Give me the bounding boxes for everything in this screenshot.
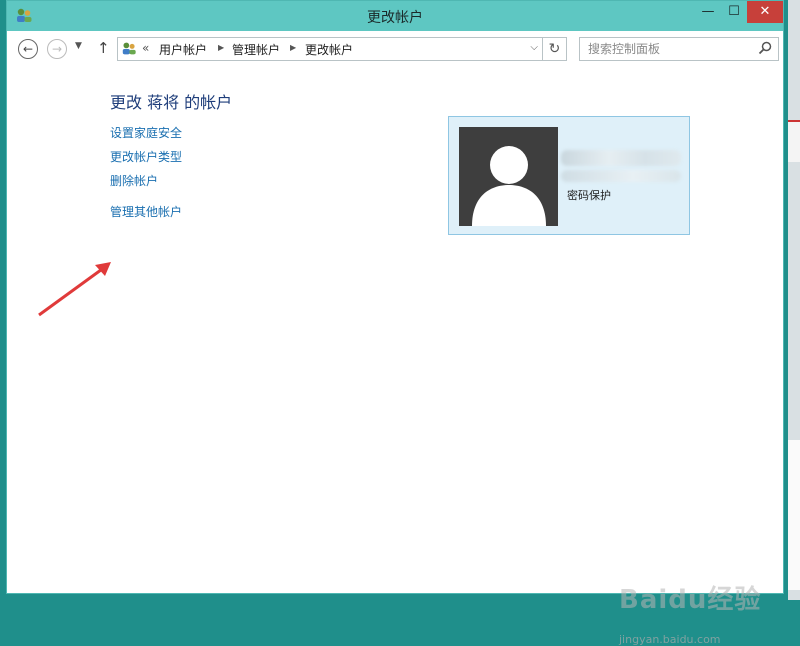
maximize-button[interactable]: ☐ <box>721 1 747 23</box>
search-input[interactable] <box>588 41 748 57</box>
refresh-button[interactable]: ↻ <box>543 37 567 61</box>
back-button[interactable]: ← <box>18 39 38 59</box>
breadcrumb-overflow-button[interactable]: « <box>142 41 149 55</box>
search-box[interactable] <box>579 37 779 61</box>
page-title: 更改 蒋将 的帐户 <box>110 93 233 112</box>
minimize-button[interactable]: — <box>695 1 721 23</box>
title-bar[interactable]: 更改帐户 — ☐ ✕ <box>7 1 783 31</box>
address-dropdown-button[interactable]: ⌵ <box>530 42 538 53</box>
change-account-type-link[interactable]: 更改帐户类型 <box>110 148 182 165</box>
search-icon[interactable] <box>758 41 772 55</box>
change-account-window: 更改帐户 — ☐ ✕ ← → ▼ ↑ « 用户帐户 ▶ 管理帐户 ▶ 更改帐户 … <box>6 0 784 646</box>
background-window-edge <box>788 120 800 162</box>
baidu-watermark: Baidu经验 <box>619 585 762 615</box>
manage-another-account-link[interactable]: 管理其他帐户 <box>110 203 182 220</box>
red-arrow-icon <box>38 262 111 317</box>
baidu-watermark-url: jingyan.baidu.com <box>619 633 721 646</box>
breadcrumb-separator[interactable]: ▶ <box>218 43 224 52</box>
background-window-edge-lower <box>788 440 800 590</box>
delete-account-link[interactable]: 删除帐户 <box>110 172 158 189</box>
window-title: 更改帐户 <box>367 10 423 26</box>
set-up-family-safety-link[interactable]: 设置家庭安全 <box>110 124 182 141</box>
user-accounts-icon <box>122 42 136 55</box>
account-status: 密码保护 <box>567 189 611 202</box>
desktop-background-right <box>788 0 800 600</box>
breadcrumb-change-account[interactable]: 更改帐户 <box>305 41 353 58</box>
breadcrumb-user-accounts[interactable]: 用户帐户 <box>159 41 207 58</box>
breadcrumb-separator[interactable]: ▶ <box>290 43 296 52</box>
forward-button[interactable]: → <box>47 39 67 59</box>
navigation-bar: ← → ▼ ↑ « 用户帐户 ▶ 管理帐户 ▶ 更改帐户 ⌵ ↻ <box>7 31 783 67</box>
account-card: 密码保护 <box>448 116 690 235</box>
account-type-redacted <box>561 170 681 182</box>
breadcrumb-manage-accounts[interactable]: 管理帐户 <box>232 41 280 58</box>
close-button[interactable]: ✕ <box>747 1 783 23</box>
user-avatar-icon <box>459 127 558 226</box>
address-bar[interactable]: « 用户帐户 ▶ 管理帐户 ▶ 更改帐户 ⌵ <box>117 37 543 61</box>
recent-locations-button[interactable]: ▼ <box>75 41 82 51</box>
account-name-redacted <box>561 150 681 166</box>
content-area: 更改 蒋将 的帐户 设置家庭安全 更改帐户类型 删除帐户 管理其他帐户 密码保护… <box>7 67 783 646</box>
up-button[interactable]: ↑ <box>97 39 110 57</box>
